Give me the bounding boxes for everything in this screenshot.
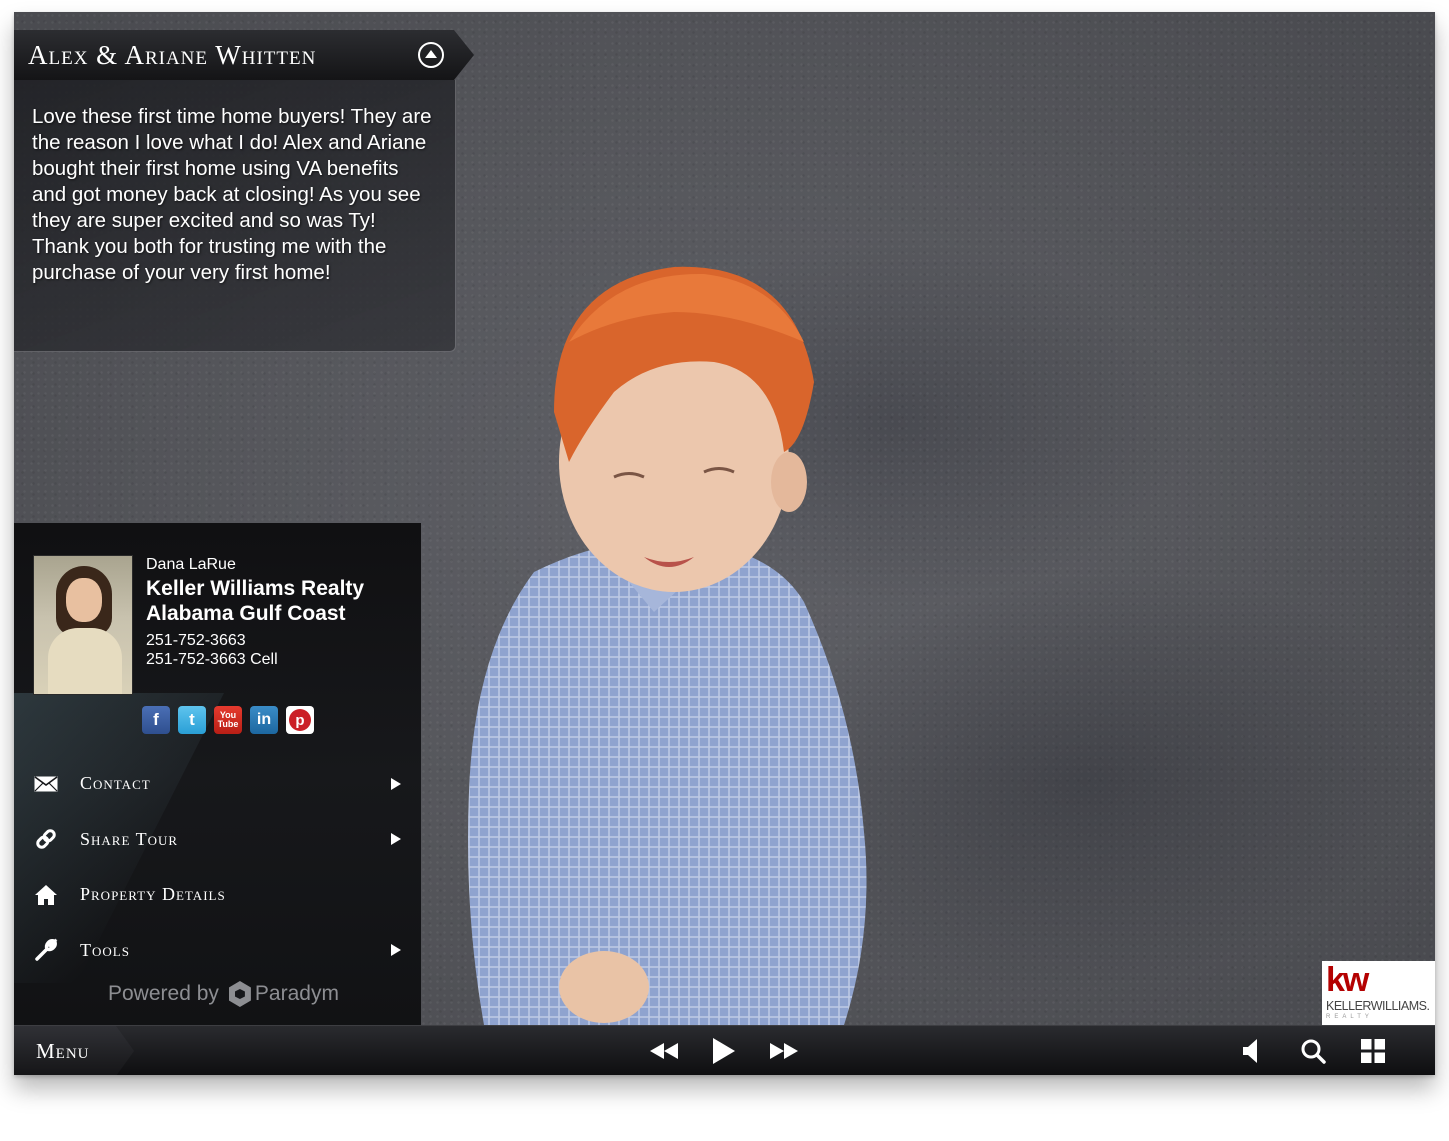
menu-item-tools[interactable]: Tools xyxy=(14,923,421,979)
twitter-icon[interactable]: t xyxy=(178,706,206,734)
agent-company-line2: Alabama Gulf Coast xyxy=(146,602,346,625)
agent-avatar xyxy=(33,555,133,695)
menu-item-property-details[interactable]: Property Details xyxy=(14,867,421,923)
submenu-arrow-icon xyxy=(391,944,401,957)
agent-menu-panel: Dana LaRue Keller Williams Realty Alabam… xyxy=(14,523,421,1025)
social-links: f t You Tube in p xyxy=(142,706,314,734)
description-text: Love these first time home buyers! They … xyxy=(32,105,432,284)
title-banner: Alex & Ariane Whitten xyxy=(14,30,474,80)
volume-icon[interactable] xyxy=(1236,1026,1266,1075)
home-icon xyxy=(34,883,58,907)
pinterest-icon[interactable]: p xyxy=(286,706,314,734)
grid-view-icon[interactable] xyxy=(1358,1026,1388,1075)
powered-by-prefix: Powered by xyxy=(108,982,219,1005)
menu-item-label: Tools xyxy=(80,939,130,960)
menu-button[interactable]: Menu xyxy=(14,1026,134,1075)
kw-logo-mark: kw xyxy=(1326,961,1369,999)
play-icon[interactable] xyxy=(704,1026,744,1075)
menu-item-label: Contact xyxy=(80,773,151,794)
kw-logo-name: KELLERWILLIAMS. xyxy=(1326,999,1430,1013)
submenu-arrow-icon xyxy=(391,833,401,846)
agent-info: Dana LaRue Keller Williams Realty Alabam… xyxy=(146,556,364,669)
menu-item-label: Property Details xyxy=(80,884,226,905)
menu-button-label: Menu xyxy=(36,1038,90,1063)
agent-phone[interactable]: 251-752-3663 xyxy=(146,631,364,650)
submenu-arrow-icon xyxy=(391,777,401,790)
menu-item-label: Share Tour xyxy=(80,828,179,849)
powered-by[interactable]: Powered by Paradym xyxy=(108,981,339,1007)
agent-cell[interactable]: 251-752-3663 Cell xyxy=(146,650,364,669)
page-title: Alex & Ariane Whitten xyxy=(28,39,317,70)
description-panel: Love these first time home buyers! They … xyxy=(14,80,456,352)
linkedin-icon[interactable]: in xyxy=(250,706,278,734)
collapse-up-icon[interactable] xyxy=(418,42,444,68)
keller-williams-logo[interactable]: kw KELLERWILLIAMS. REALTY xyxy=(1322,961,1435,1025)
rewind-icon[interactable] xyxy=(644,1026,684,1075)
side-menu: Contact Share Tour Property Details Tool… xyxy=(14,756,421,978)
tour-viewer: Alex & Ariane Whitten Love these first t… xyxy=(14,12,1435,1075)
agent-name: Dana LaRue xyxy=(146,556,236,573)
link-icon xyxy=(34,827,58,851)
facebook-icon[interactable]: f xyxy=(142,706,170,734)
youtube-icon[interactable]: You Tube xyxy=(214,706,242,734)
paradym-logo-icon xyxy=(228,981,251,1007)
kw-logo-sub: REALTY xyxy=(1326,1014,1373,1020)
menu-item-contact[interactable]: Contact xyxy=(14,756,421,812)
agent-company-line1: Keller Williams Realty xyxy=(146,577,365,600)
powered-by-brand: Paradym xyxy=(254,982,339,1005)
bottom-toolbar: Menu xyxy=(14,1025,1435,1075)
search-icon[interactable] xyxy=(1298,1026,1328,1075)
envelope-icon xyxy=(34,772,58,796)
fast-forward-icon[interactable] xyxy=(764,1026,804,1075)
menu-item-share-tour[interactable]: Share Tour xyxy=(14,812,421,868)
wrench-icon xyxy=(34,938,58,962)
